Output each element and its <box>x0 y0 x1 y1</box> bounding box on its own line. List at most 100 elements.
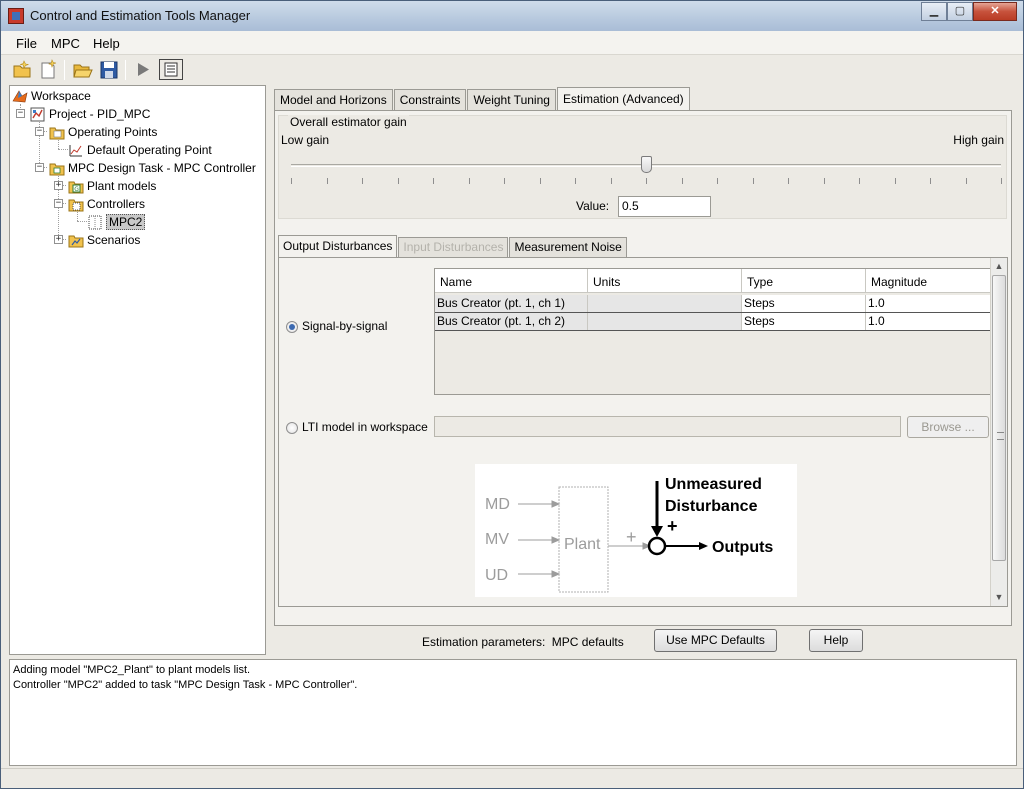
signal-by-signal-radio[interactable] <box>286 321 298 333</box>
menu-file[interactable]: File <box>16 36 37 51</box>
table-row[interactable]: Bus Creator (pt. 1, ch 2) Steps 1.0 <box>435 313 990 331</box>
disturbance-model-diagram: MD MV UD Plant + + Unmeasured Disturbanc… <box>475 464 797 597</box>
tree-item-mpc2[interactable]: MPC2 <box>87 213 146 231</box>
tree-item-plant-models[interactable]: G Plant models <box>68 177 156 195</box>
cell-name: Bus Creator (pt. 1, ch 1) <box>435 295 588 312</box>
column-header-type[interactable]: Type <box>742 269 866 293</box>
tab-input-disturbances: Input Disturbances <box>398 237 509 258</box>
value-label: Value: <box>576 199 610 213</box>
cell-units[interactable] <box>588 313 742 330</box>
slider-tick <box>539 178 541 184</box>
mpc-controller-panel: Model and Horizons Constraints Weight Tu… <box>268 85 1023 655</box>
tab-output-disturbances[interactable]: Output Disturbances <box>278 235 398 258</box>
gain-value-input[interactable]: 0.5 <box>618 196 711 217</box>
matlab-workspace-icon <box>12 89 28 104</box>
scroll-down-icon[interactable]: ▼ <box>991 589 1007 605</box>
cell-type[interactable]: Steps <box>742 295 866 312</box>
tree-item-mpc-task[interactable]: MPC Design Task - MPC Controller <box>49 159 256 177</box>
log-line: Adding model "MPC2_Plant" to plant model… <box>13 664 251 676</box>
signal-by-signal-label[interactable]: Signal-by-signal <box>302 319 387 333</box>
column-header-units[interactable]: Units <box>588 269 742 293</box>
scroll-grip-icon <box>997 432 1004 440</box>
message-log: Adding model "MPC2_Plant" to plant model… <box>9 659 1017 766</box>
toolbar-separator <box>64 60 65 80</box>
menu-help[interactable]: Help <box>93 36 120 51</box>
slider-tick <box>646 178 647 184</box>
mv-label: MV <box>485 531 509 548</box>
scenarios-folder-icon <box>68 233 84 248</box>
tree-item-operating-points[interactable]: Operating Points <box>49 123 157 141</box>
toolbar-separator <box>125 60 126 80</box>
tab-measurement-noise[interactable]: Measurement Noise <box>509 237 627 258</box>
plus-top-label: + <box>667 516 678 536</box>
tree-item-project[interactable]: Project - PID_MPC <box>30 105 150 123</box>
tree-item-scenarios[interactable]: Scenarios <box>68 231 140 249</box>
cell-magnitude[interactable]: 1.0 <box>866 313 990 330</box>
expander-plant-models[interactable]: + <box>54 181 63 190</box>
column-header-name[interactable]: Name <box>435 269 588 293</box>
expander-mpc-task[interactable]: − <box>35 163 44 172</box>
disturbance-table: Name Units Type Magnitude Bus Creator (p… <box>434 268 991 395</box>
plant-label: Plant <box>564 536 601 553</box>
cell-units[interactable] <box>588 295 742 312</box>
table-row[interactable]: Bus Creator (pt. 1, ch 1) Steps 1.0 <box>435 295 990 313</box>
controllers-folder-icon <box>68 197 84 212</box>
use-mpc-defaults-button[interactable]: Use MPC Defaults <box>654 629 777 652</box>
slider-tick <box>1001 178 1002 184</box>
expander-controllers[interactable]: − <box>54 199 63 208</box>
minimize-button[interactable]: ▁ <box>921 2 947 21</box>
tree-item-default-operating-point[interactable]: Default Operating Point <box>68 141 212 159</box>
menu-bar: File MPC Help <box>1 31 1023 55</box>
estimation-footer: Estimation parameters: MPC defaults Use … <box>274 627 1012 655</box>
status-bar <box>1 768 1023 788</box>
svg-text:G: G <box>74 186 79 193</box>
scroll-up-icon[interactable]: ▲ <box>991 258 1007 274</box>
lti-model-label[interactable]: LTI model in workspace <box>302 420 428 434</box>
estimation-tab-content: Overall estimator gain Low gain High gai… <box>274 110 1012 626</box>
cell-magnitude[interactable]: 1.0 <box>866 295 990 312</box>
toolbar <box>1 56 1023 84</box>
scroll-thumb[interactable] <box>992 275 1006 561</box>
slider-tick <box>859 178 860 184</box>
disturbance-subtabs: Output Disturbances Input Disturbances M… <box>278 235 628 258</box>
slider-tick <box>362 178 363 184</box>
unmeasured-label: Unmeasured <box>665 476 762 493</box>
tree-item-workspace[interactable]: Workspace <box>12 87 91 105</box>
new-project-icon[interactable] <box>11 59 33 80</box>
notes-icon[interactable] <box>159 59 183 80</box>
help-button[interactable]: Help <box>809 629 863 652</box>
matlab-app-icon <box>8 8 24 24</box>
run-icon[interactable] <box>132 59 154 80</box>
slider-tick <box>681 178 683 184</box>
estimation-parameters-text: Estimation parameters: MPC defaults <box>422 635 624 649</box>
new-task-icon[interactable] <box>37 59 59 80</box>
gain-group-label: Overall estimator gain <box>288 115 409 129</box>
gain-slider-thumb[interactable] <box>641 156 652 173</box>
high-gain-label: High gain <box>953 133 1004 147</box>
outputs-label: Outputs <box>712 539 773 556</box>
column-header-magnitude[interactable]: Magnitude <box>866 269 990 293</box>
panel-scrollbar[interactable]: ▲ ▼ <box>990 258 1007 606</box>
expander-scenarios[interactable]: + <box>54 235 63 244</box>
log-line: Controller "MPC2" added to task "MPC Des… <box>13 679 358 691</box>
maximize-button[interactable]: ▢ <box>947 2 973 21</box>
plus-left-label: + <box>626 527 637 547</box>
lti-model-radio[interactable] <box>286 422 298 434</box>
save-icon[interactable] <box>98 59 120 80</box>
expander-project[interactable]: − <box>16 109 25 118</box>
open-icon[interactable] <box>71 59 93 80</box>
close-button[interactable]: ✕ <box>973 2 1017 21</box>
tab-model-horizons[interactable]: Model and Horizons <box>274 89 393 111</box>
tab-estimation[interactable]: Estimation (Advanced) <box>556 87 690 111</box>
menu-mpc[interactable]: MPC <box>51 36 80 51</box>
slider-tick <box>930 178 931 184</box>
title-bar[interactable]: Control and Estimation Tools Manager ▁ ▢… <box>1 1 1023 31</box>
cell-type[interactable]: Steps <box>742 313 866 330</box>
tab-constraints[interactable]: Constraints <box>393 89 467 111</box>
expander-operating-points[interactable]: − <box>35 127 44 136</box>
window-title: Control and Estimation Tools Manager <box>30 8 251 23</box>
tree-item-controllers[interactable]: Controllers <box>68 195 145 213</box>
app-window: Control and Estimation Tools Manager ▁ ▢… <box>0 0 1024 789</box>
tab-weight-tuning[interactable]: Weight Tuning <box>467 89 556 111</box>
controller-icon <box>87 215 103 230</box>
